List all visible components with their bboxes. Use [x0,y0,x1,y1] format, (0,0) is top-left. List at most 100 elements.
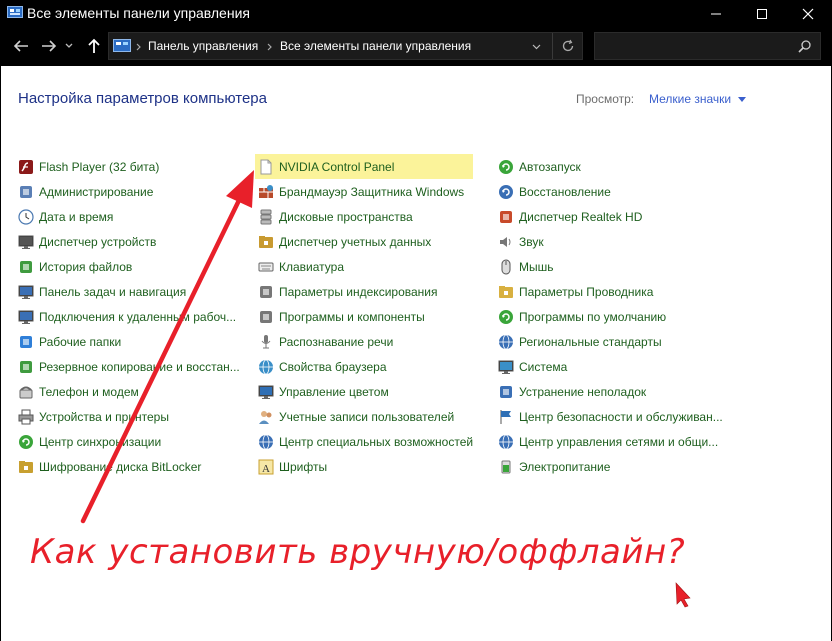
taskbar-icon [18,285,34,299]
refresh-icon[interactable] [561,39,575,53]
arrow-right-icon [42,40,57,52]
control-panel-item[interactable]: NVIDIA Control Panel [255,154,474,179]
control-panel-item[interactable]: Резервное копирование и восстан... [18,354,240,379]
control-panel-item[interactable]: Устройства и принтеры [18,404,240,429]
control-panel-item-label: Шрифты [279,459,328,474]
realtek-audio-icon [500,210,512,223]
chevron-down-icon[interactable] [738,97,746,102]
control-panel-item[interactable]: Администрирование [18,179,240,204]
power-options-icon [498,459,514,475]
minimize-button[interactable] [693,0,739,27]
control-panel-item[interactable]: Свойства браузера [258,354,473,379]
control-panel-item-label: Распознавание речи [279,334,394,349]
default-programs-icon [498,309,514,325]
control-panel-item[interactable]: Автозапуск [498,154,723,179]
control-panel-item[interactable]: Электропитание [498,454,723,479]
address-bar[interactable]: Панель управления Все элементы панели уп… [108,32,583,60]
control-panel-item[interactable]: История файлов [18,254,240,279]
control-panel-item[interactable]: Подключения к удаленным рабоч... [18,304,240,329]
programs-icon [258,309,274,325]
control-panel-item-label: Система [519,359,568,374]
breadcrumb-control-panel[interactable]: Панель управления [148,39,258,53]
search-input[interactable] [594,32,821,60]
control-panel-item-label: Центр синхронизации [39,434,162,449]
control-panel-item[interactable]: Параметры индексирования [258,279,473,304]
device-manager-icon [18,234,34,250]
control-panel-item[interactable]: Региональные стандарты [498,329,723,354]
control-panel-item[interactable]: Программы по умолчанию [498,304,723,329]
control-panel-item[interactable]: Клавиатура [258,254,473,279]
chevron-down-icon [65,43,73,48]
control-panel-item-label: Программы по умолчанию [519,309,667,324]
control-panel-item[interactable]: Восстановление [498,179,723,204]
control-panel-item-label: Программы и компоненты [279,309,425,324]
control-panel-item[interactable]: Дисковые пространства [258,204,473,229]
control-panel-item[interactable]: Мышь [498,254,723,279]
title-bar[interactable]: Все элементы панели управления [1,0,831,27]
address-dropdown-icon[interactable] [532,44,541,50]
control-panel-item-label: Брандмауэр Защитника Windows [279,184,465,199]
control-panel-item[interactable]: Центр специальных возможностей [258,429,473,454]
control-panel-item[interactable]: Диспетчер учетных данных [258,229,473,254]
color-management-icon [258,385,274,399]
control-panel-item[interactable]: A Шрифты [258,454,473,479]
control-panel-item-label: Панель задач и навигация [39,284,187,299]
control-panel-item-label: Параметры Проводника [519,284,654,299]
minimize-icon [711,13,721,14]
region-icon [499,334,513,349]
maximize-button[interactable] [739,0,785,27]
chevron-right-icon [136,43,141,51]
speaker-icon [498,234,514,250]
control-panel-item[interactable]: Рабочие папки [18,329,240,354]
control-panel-item[interactable]: Звук [498,229,723,254]
control-panel-item[interactable]: Система [498,354,723,379]
control-panel-item-label: Звук [519,234,544,249]
backup-icon [20,360,32,373]
control-panel-item-label: Центр безопасности и обслуживан... [519,409,723,424]
control-panel-item[interactable]: Центр безопасности и обслуживан... [498,404,723,429]
control-panel-item[interactable]: Брандмауэр Защитника Windows [258,179,473,204]
page-title: Настройка параметров компьютера [18,90,267,107]
control-panel-item[interactable]: Учетные записи пользователей [258,404,473,429]
control-panel-item[interactable]: Управление цветом [258,379,473,404]
control-panel-item[interactable]: Параметры Проводника [498,279,723,304]
control-panel-item[interactable]: Диспетчер Realtek HD [498,204,723,229]
remote-desktop-icon [18,309,34,325]
control-panel-item[interactable]: Центр управления сетями и общи... [498,429,723,454]
control-panel-item[interactable]: Телефон и модем [18,379,240,404]
control-panel-item-label: Дата и время [39,209,114,224]
realtek-audio-icon [498,209,514,225]
up-button[interactable] [83,36,105,56]
phone-icon [18,384,34,400]
document-icon [258,159,274,175]
control-panel-item[interactable]: Шифрование диска BitLocker [18,454,240,479]
back-button[interactable] [10,36,32,56]
control-panel-item[interactable]: Распознавание речи [258,329,473,354]
recent-locations-button[interactable] [63,36,75,56]
control-panel-item[interactable]: Центр синхронизации [18,429,240,454]
printer-icon [18,409,34,424]
control-panel-item[interactable]: Flash Player (32 бита) [18,154,240,179]
view-by-label: Просмотр: [576,92,635,106]
control-panel-item-label: Управление цветом [279,384,389,399]
keyboard-icon [258,259,274,275]
breadcrumb-all-items[interactable]: Все элементы панели управления [280,39,471,53]
control-panel-item[interactable]: Программы и компоненты [258,304,473,329]
control-panel-item[interactable]: Дата и время [18,204,240,229]
close-button[interactable] [785,0,831,27]
control-panel-item-label: Автозапуск [519,159,581,174]
system-icon [498,360,514,374]
divider [552,33,553,59]
folder-options-icon [498,284,514,300]
control-panel-item-label: Электропитание [519,459,611,474]
view-by-dropdown[interactable]: Мелкие значки [649,92,731,106]
indexing-icon [258,284,274,300]
control-panel-item[interactable]: Диспетчер устройств [18,229,240,254]
sync-icon [19,434,33,449]
control-panel-item-label: Телефон и модем [39,384,139,399]
control-panel-item[interactable]: Панель задач и навигация [18,279,240,304]
control-panel-item[interactable]: Устранение неполадок [498,379,723,404]
user-accounts-icon [258,409,274,425]
autoplay-icon [498,159,514,175]
forward-button[interactable] [38,36,60,56]
